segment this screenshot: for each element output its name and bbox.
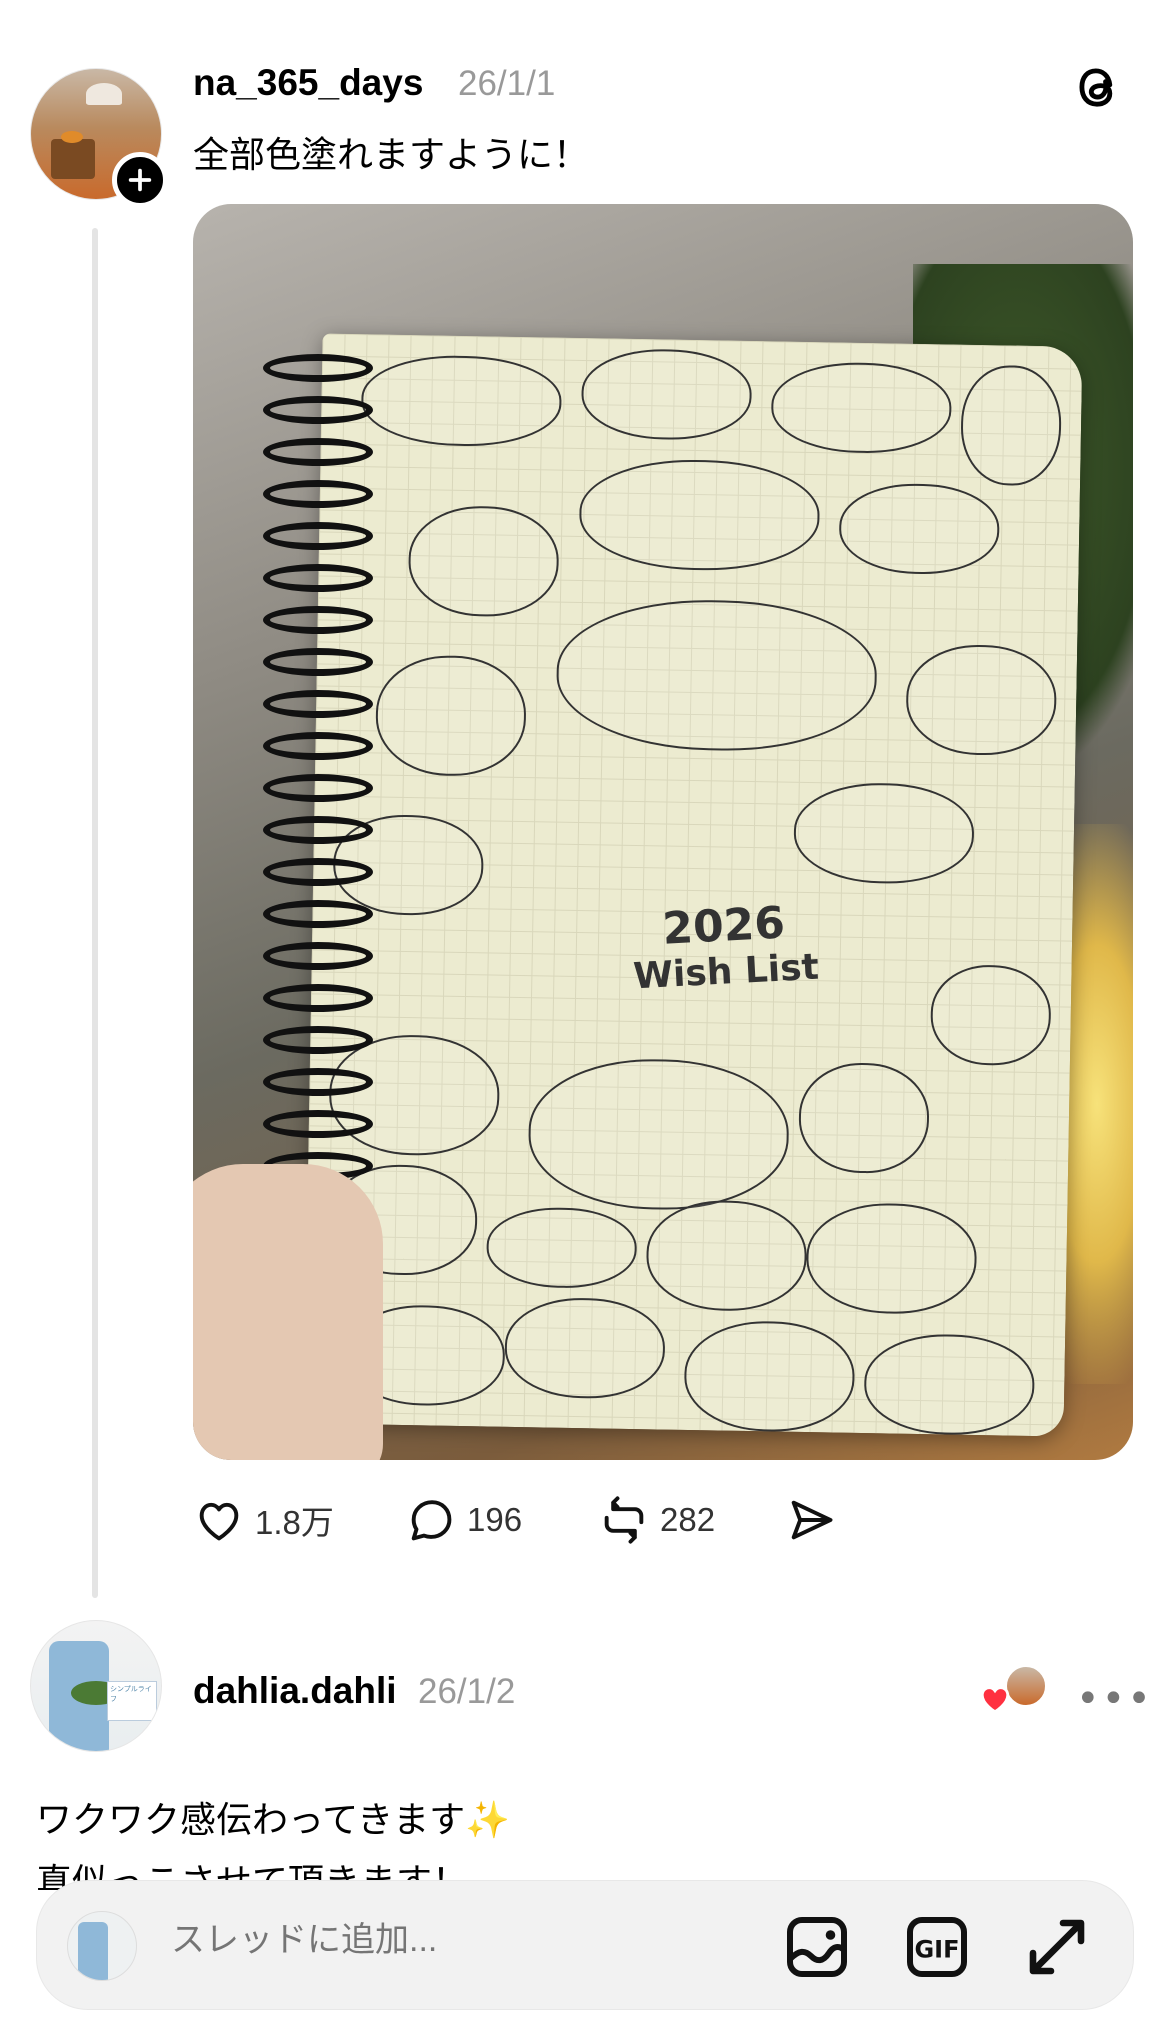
post-caption: 全部色塗れますように！ [193, 135, 590, 176]
post-date: 26/1/1 [458, 64, 556, 103]
like-button[interactable]: 1.8万 [193, 1490, 334, 1550]
comment-count: 196 [467, 1501, 523, 1538]
threads-logo-icon[interactable] [1072, 58, 1124, 116]
reply-date: 26/1/2 [418, 1672, 516, 1711]
reply-text: ワクワク感伝わってきます✨ 真似っこさせて頂きます！ [36, 1800, 510, 1890]
composer-avatar [67, 1911, 137, 1981]
like-count: 1.8万 [255, 1504, 334, 1541]
reply-composer: GIF [36, 1880, 1134, 2010]
post-actions: 1.8万 196 282 [193, 1490, 893, 1550]
gif-icon[interactable]: GIF [901, 1911, 973, 1983]
thread-connector-line [92, 228, 98, 1598]
wish-list-title: 2026 Wish List [632, 897, 820, 998]
follow-plus-icon[interactable] [112, 152, 168, 208]
author-username[interactable]: na_365_days [193, 62, 423, 104]
thread-post: na_365_days 26/1/1 全部色塗れますように！ 2026 Wish… [0, 0, 1170, 1600]
image-icon[interactable] [781, 1911, 853, 1983]
reply-author-avatar[interactable]: シンプルライフ [30, 1620, 162, 1752]
hand [193, 1164, 383, 1460]
repost-count: 282 [660, 1501, 716, 1538]
author-liked-indicator [978, 1664, 1048, 1724]
post-image[interactable]: 2026 Wish List [193, 204, 1133, 1460]
repost-icon [604, 1496, 644, 1544]
wish-list-notebook: 2026 Wish List [303, 333, 1083, 1437]
expand-icon[interactable] [1021, 1911, 1093, 1983]
reply-username[interactable]: dahlia.dahli [193, 1670, 397, 1712]
reply-input[interactable] [171, 1921, 611, 1960]
comment-button[interactable]: 196 [405, 1490, 522, 1550]
more-options-icon[interactable]: ••• [1076, 1676, 1153, 1722]
heart-filled-icon [980, 1686, 1010, 1714]
author-avatar[interactable] [30, 68, 168, 208]
share-icon [791, 1500, 833, 1540]
comment-icon [411, 1500, 452, 1541]
share-button[interactable] [785, 1490, 837, 1550]
heart-icon [199, 1502, 239, 1541]
svg-text:GIF: GIF [914, 1936, 959, 1964]
repost-button[interactable]: 282 [598, 1490, 715, 1550]
